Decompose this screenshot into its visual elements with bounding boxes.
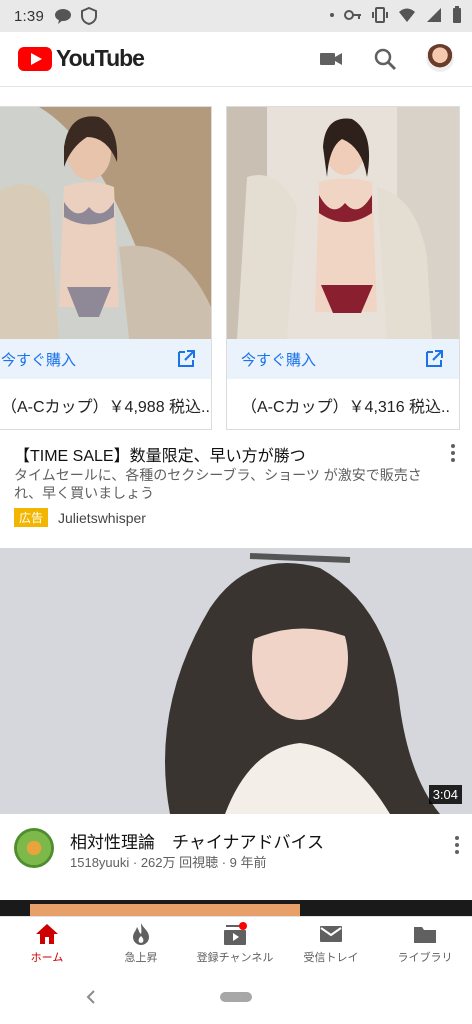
advertiser-name: Julietswhisper bbox=[58, 509, 146, 526]
nav-inbox[interactable]: 受信トレイ bbox=[284, 917, 378, 971]
video-info[interactable]: 相対性理論 チャイナアドバイス 1518yuuki · 262万 回視聴 · 9… bbox=[0, 814, 472, 900]
video-meta: 1518yuuki · 262万 回視聴 · 9 年前 bbox=[70, 855, 267, 870]
ad-title[interactable]: 【TIME SALE】数量限定、早い方が勝つ bbox=[14, 442, 306, 466]
signal-icon bbox=[427, 8, 441, 22]
nav-label: ホーム bbox=[30, 952, 64, 964]
nav-label: 登録チャンネル bbox=[196, 952, 274, 964]
status-bar: 1:39 bbox=[0, 0, 472, 32]
nav-label: 急上昇 bbox=[124, 952, 158, 964]
system-navigation-bar bbox=[0, 970, 472, 1024]
status-time: 1:39 bbox=[14, 7, 44, 25]
video-thumbnail[interactable]: 3:04 bbox=[0, 548, 472, 814]
external-link-icon[interactable] bbox=[175, 348, 197, 370]
shield-icon bbox=[81, 7, 97, 25]
ad-meta: 広告 Julietswhisper bbox=[14, 508, 146, 527]
subscriptions-icon bbox=[224, 922, 247, 945]
wifi-icon bbox=[399, 8, 415, 22]
nav-label: 受信トレイ bbox=[303, 952, 359, 964]
ad-product-carousel[interactable]: 今すぐ購入 （A-Cカップ）￥4,988 税込.. 今すぐ購入 （A-Cカップ）… bbox=[0, 106, 472, 432]
external-link-icon[interactable] bbox=[423, 348, 445, 370]
camera-icon[interactable] bbox=[318, 46, 344, 72]
nav-library[interactable]: ライブラリ bbox=[378, 917, 472, 971]
logo-text: YouTube bbox=[56, 45, 145, 71]
dot-icon bbox=[330, 13, 334, 17]
nav-home[interactable]: ホーム bbox=[0, 917, 94, 971]
buy-now-label[interactable]: 今すぐ購入 bbox=[241, 349, 316, 370]
ad-badge: 広告 bbox=[14, 508, 49, 527]
chat-notification-icon bbox=[55, 9, 71, 24]
video-duration: 3:04 bbox=[428, 785, 462, 804]
youtube-logo[interactable]: YouTube bbox=[18, 45, 145, 72]
channel-avatar[interactable] bbox=[14, 828, 54, 868]
product-image[interactable] bbox=[227, 107, 459, 339]
account-avatar[interactable] bbox=[426, 44, 454, 72]
buy-now-label[interactable]: 今すぐ購入 bbox=[1, 349, 76, 370]
battery-icon bbox=[453, 6, 461, 23]
inbox-icon bbox=[320, 926, 342, 942]
buy-now-bar[interactable]: 今すぐ購入 bbox=[0, 339, 211, 379]
product-card[interactable]: 今すぐ購入 （A-Cカップ）￥4,988 税込.. bbox=[0, 106, 212, 430]
ad-info[interactable]: 【TIME SALE】数量限定、早い方が勝つ タイムセールに、各種のセクシーブラ… bbox=[0, 432, 472, 532]
library-icon bbox=[414, 927, 436, 943]
bottom-navigation: ホーム 急上昇 登録チャンネル 受信トレイ ライブラリ bbox=[0, 916, 472, 971]
more-options-icon[interactable] bbox=[450, 444, 456, 462]
video-title[interactable]: 相対性理論 チャイナアドバイス bbox=[70, 828, 324, 853]
nav-trending[interactable]: 急上昇 bbox=[94, 917, 188, 971]
vibrate-icon bbox=[372, 7, 388, 23]
buy-now-bar[interactable]: 今すぐ購入 bbox=[227, 339, 459, 379]
nav-label: ライブラリ bbox=[397, 952, 453, 964]
home-icon bbox=[36, 924, 58, 944]
trending-icon bbox=[133, 923, 149, 945]
more-options-icon[interactable] bbox=[454, 836, 460, 854]
youtube-play-logo-icon bbox=[18, 46, 52, 71]
home-pill[interactable] bbox=[220, 992, 252, 1002]
product-price: （A-Cカップ）￥4,316 税込.. bbox=[241, 399, 450, 416]
back-chevron-icon[interactable] bbox=[84, 988, 98, 1006]
ad-description: タイムセールに、各種のセクシーブラ、ショーツ が激安で販売され、早く買いましょう bbox=[14, 467, 422, 501]
product-price: （A-Cカップ）￥4,988 税込.. bbox=[1, 399, 210, 416]
key-icon bbox=[344, 10, 361, 20]
product-image[interactable] bbox=[0, 107, 211, 339]
product-card[interactable]: 今すぐ購入 （A-Cカップ）￥4,316 税込.. bbox=[226, 106, 460, 430]
search-icon[interactable] bbox=[372, 46, 398, 72]
top-app-bar: YouTube bbox=[0, 32, 472, 87]
next-video-thumbnail[interactable] bbox=[0, 900, 472, 916]
nav-subscriptions[interactable]: 登録チャンネル bbox=[188, 917, 282, 971]
